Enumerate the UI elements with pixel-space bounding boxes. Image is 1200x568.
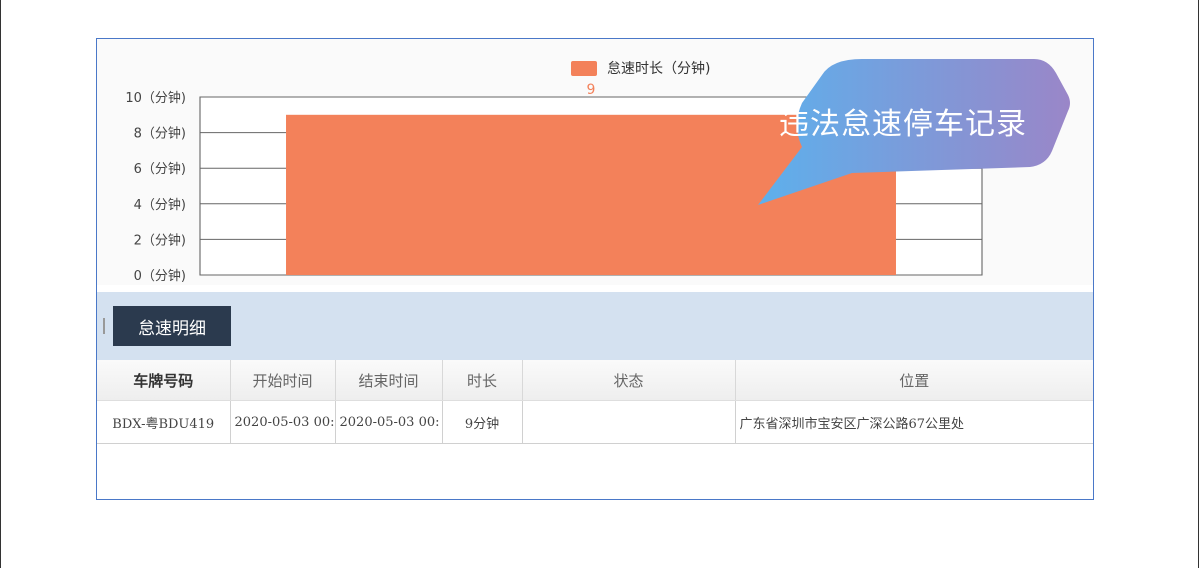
- y-tick-label: 2（分钟): [134, 232, 186, 248]
- bar-data-label: 9: [587, 82, 596, 98]
- frame-left-line: [0, 0, 1, 568]
- table-row[interactable]: BDX-粤BDU419 2020-05-03 00: 2020-05-03 00…: [97, 400, 1093, 444]
- y-tick-label: 6（分钟): [134, 161, 186, 177]
- record-panel: 0（分钟) 2（分钟) 4（分钟) 6（分钟) 8（分钟) 10（分钟) 9 怠速时长（分钟…: [96, 38, 1094, 500]
- header-plate[interactable]: 车牌号码: [97, 360, 231, 401]
- frame-right-line: [1198, 0, 1199, 568]
- idle-detail-table: 车牌号码 开始时间 结束时间 时长 状态 位置 BDX-粤BDU419 2020…: [97, 360, 1093, 444]
- banner-title: 违法怠速停车记录: [779, 107, 1027, 142]
- cell-duration: 9分钟: [442, 400, 523, 444]
- detail-section-bar: 怠速明细: [97, 292, 1093, 360]
- cell-end-time: 2020-05-03 00:: [335, 400, 443, 444]
- cell-status: [522, 400, 736, 444]
- chart-legend: 怠速时长（分钟): [571, 59, 710, 77]
- header-duration[interactable]: 时长: [442, 360, 523, 401]
- cell-plate: BDX-粤BDU419: [97, 400, 231, 444]
- y-tick-label: 10（分钟): [125, 90, 186, 106]
- table-header-row: 车牌号码 开始时间 结束时间 时长 状态 位置: [97, 360, 1093, 401]
- legend-label: 怠速时长（分钟): [607, 61, 711, 77]
- header-status[interactable]: 状态: [522, 360, 736, 401]
- y-tick-label: 4（分钟): [134, 197, 186, 213]
- y-tick-label: 8（分钟): [134, 126, 186, 142]
- cell-location: 广东省深圳市宝安区广深公路67公里处: [735, 400, 1093, 444]
- legend-swatch: [571, 60, 597, 76]
- header-end-time[interactable]: 结束时间: [335, 360, 443, 401]
- cell-start-time: 2020-05-03 00:: [230, 400, 336, 444]
- section-divider: [103, 318, 105, 334]
- header-start-time[interactable]: 开始时间: [230, 360, 336, 401]
- y-tick-label: 0（分钟): [134, 268, 186, 284]
- header-location[interactable]: 位置: [735, 360, 1093, 401]
- idle-detail-button[interactable]: 怠速明细: [113, 306, 231, 346]
